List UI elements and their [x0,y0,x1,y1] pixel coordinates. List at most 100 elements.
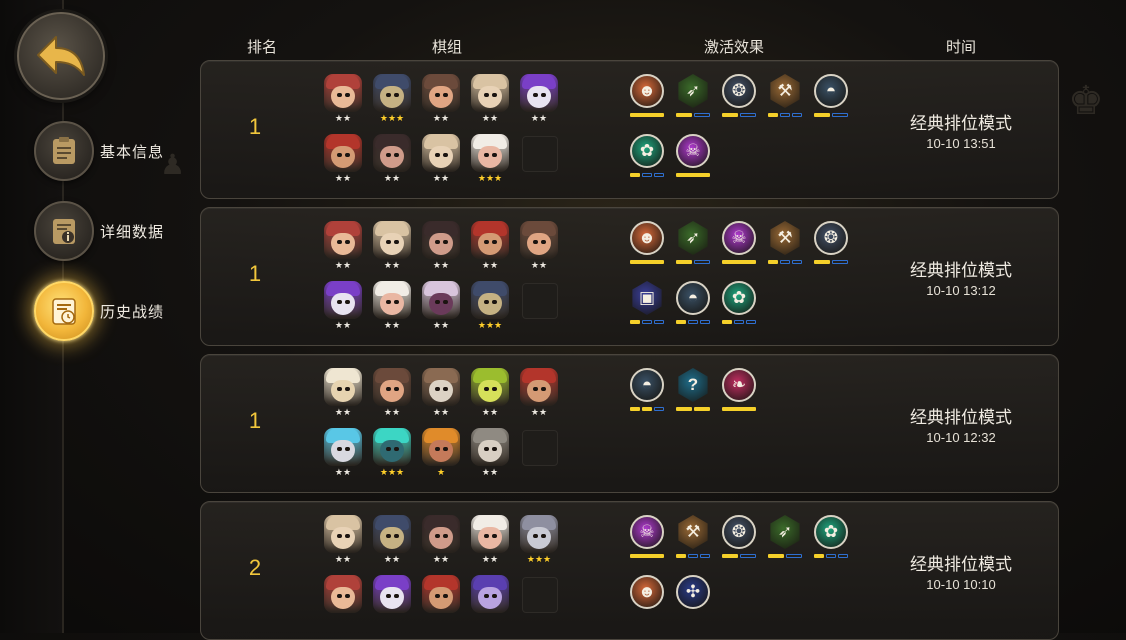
trait-axe-trait[interactable]: ⚒ [766,221,804,267]
hero-frost-yeti[interactable]: ★★ [323,428,363,478]
trait-bow-trait[interactable]: ➶ [674,221,712,267]
hero-hooded-assassin[interactable]: ★★ [372,515,412,565]
match-info: 经典排位模式 10-10 12:32 [881,403,1041,445]
hero-horned-brute[interactable]: ★★ [421,74,461,124]
trait-bow-trait[interactable]: ➶ [766,515,804,561]
nav-basic-info[interactable]: 基本信息 [34,121,164,181]
trait-fish-bone-trait[interactable]: ✣ [674,575,712,621]
trait-progress [628,260,666,264]
match-info: 经典排位模式 10-10 10:10 [881,550,1041,592]
trait-progress [674,173,712,177]
trait-shield-helm-trait[interactable]: ◓ [628,368,666,414]
hero-hooded-assassin[interactable]: ★★★ [372,74,412,124]
beast-paw-trait-icon: ✿ [722,281,756,315]
hero-portrait-icon [422,428,460,466]
hero-white-elder[interactable]: ★★★ [470,134,510,184]
fish-bone-trait-icon: ✣ [676,575,710,609]
hero-portrait-icon [373,281,411,319]
hero-bull-skull[interactable]: ★★ [421,368,461,418]
hero-red-masked-monk[interactable]: ★★ [372,221,412,271]
hero-dark-rogue[interactable]: ★★ [421,515,461,565]
hero-goggles-dwarf[interactable]: ★★ [323,221,363,271]
rank-value: 1 [248,408,262,433]
trait-beast-paw-trait[interactable]: ✿ [812,515,850,561]
trait-axe-trait[interactable]: ⚒ [674,515,712,561]
hero-purple-witch[interactable]: ★★ [323,281,363,331]
record-row[interactable]: 1 ★★ ★★ ★★ ★★ ★★ ★★ ★★★ ★ ★★ ◓? ❧ 经典排位模式 10-10 12:32 [200,354,1059,493]
back-button[interactable] [17,12,105,100]
demon-trait-icon: ☠ [630,515,664,549]
trait-bow-trait[interactable]: ➶ [674,74,712,120]
hero-red-masked-monk[interactable]: ★★ [470,74,510,124]
bow-trait-icon: ➶ [678,74,708,108]
hero-green-frog[interactable]: ★★ [470,368,510,418]
hero-old-tiger[interactable]: ★★ [470,428,510,478]
empty-hero-slot [522,136,558,172]
hero-stars: ★★ [481,467,499,477]
trait-shield-helm-trait[interactable]: ◓ [674,281,712,327]
trait-paw-print-trait[interactable]: ❂ [812,221,850,267]
trait-orc-trait[interactable]: ☻ [628,575,666,621]
hero-stars: ★★ [432,407,450,417]
hero-stars: ★★ [481,113,499,123]
hero-red-masked-monk[interactable]: ★★ [421,134,461,184]
trait-demon-trait[interactable]: ☠ [720,221,758,267]
hero-dark-rogue[interactable]: ★★ [421,221,461,271]
hero-stars: ★★ [530,260,548,270]
trait-demon-trait[interactable]: ☠ [628,515,666,561]
trait-feather-trait[interactable]: ❧ [720,368,758,414]
hero-stars: ★★ [383,320,401,330]
trait-mage-tome-trait[interactable]: ▣ [628,281,666,327]
hero-horned-brute[interactable]: ★★ [372,368,412,418]
hero-tribal-shaman[interactable]: ★ [421,428,461,478]
empty-hero-slot [522,430,558,466]
trait-axe-trait[interactable]: ⚒ [766,74,804,120]
hero-horned-brute[interactable]: ★★ [519,221,559,271]
hero-stars: ★★ [432,554,450,564]
beast-paw-trait-icon: ✿ [630,134,664,168]
hero-white-elder[interactable]: ★★ [372,281,412,331]
trait-progress [720,320,758,324]
record-row[interactable]: 1 ★★ ★★ ★★ ★★ ★★ ★★ ★★ ★★ ★★★ ☻ ➶ ☠ ⚒ ❂ ▣ ◓ ✿ 经典排位模式 10-10 … [200,207,1059,346]
hero-goggles-dwarf[interactable]: ★★ [323,74,363,124]
hero-armored-beast[interactable]: ★★★ [519,515,559,565]
hero-violet-golem[interactable] [470,575,510,625]
trait-progress [720,113,758,117]
hero-bearded-pirate[interactable] [421,575,461,625]
hero-portrait-icon [520,74,558,112]
hero-white-elder[interactable]: ★★ [470,515,510,565]
hero-stars: ★★ [481,407,499,417]
hero-white-sage[interactable]: ★★ [323,368,363,418]
trait-demon-trait[interactable]: ☠ [674,134,712,180]
hero-dark-rogue[interactable]: ★★ [372,134,412,184]
trait-orc-trait[interactable]: ☻ [628,74,666,120]
hero-portrait-icon [471,221,509,259]
hero-portrait-icon [373,575,411,613]
hero-bearded-pirate[interactable]: ★★ [323,134,363,184]
hero-bearded-pirate[interactable]: ★★ [519,368,559,418]
trait-beast-paw-trait[interactable]: ✿ [628,134,666,180]
nav-history-record[interactable]: 历史战绩 [34,281,164,341]
hero-portrait-icon [324,368,362,406]
trait-shield-helm-trait[interactable]: ◓ [812,74,850,120]
trait-paw-print-trait[interactable]: ❂ [720,74,758,120]
trait-orc-trait[interactable]: ☻ [628,221,666,267]
hero-portrait-icon [422,368,460,406]
hero-purple-witch[interactable]: ★★ [519,74,559,124]
hero-portrait-icon [324,575,362,613]
record-row[interactable]: 2 ★★ ★★ ★★ ★★ ★★★ ☠ ⚒ ❂ ➶ ✿ ☻ ✣ 经典排位模式 10-10 10:10 [200,501,1059,640]
hero-crystal-knight[interactable]: ★★★ [372,428,412,478]
trait-beast-paw-trait[interactable]: ✿ [720,281,758,327]
record-row[interactable]: 1 ★★ ★★★ ★★ ★★ ★★ ★★ ★★ ★★ ★★★ ☻ ➶ ❂ ⚒ ◓ ✿ ☠ 经典排位模式 10-10 … [200,60,1059,199]
hero-purple-witch[interactable] [372,575,412,625]
hero-stars: ★★ [334,173,352,183]
hero-bearded-pirate[interactable]: ★★ [470,221,510,271]
hero-red-masked-monk[interactable]: ★★ [323,515,363,565]
hero-masked-shade[interactable]: ★★ [421,281,461,331]
trait-paw-print-trait[interactable]: ❂ [720,515,758,561]
hero-goggles-dwarf[interactable] [323,575,363,625]
hero-hooded-assassin[interactable]: ★★★ [470,281,510,331]
hero-stars: ★★ [481,554,499,564]
trait-mystery-trait[interactable]: ? [674,368,712,414]
nav-detail-data[interactable]: 详细数据 [34,201,164,261]
